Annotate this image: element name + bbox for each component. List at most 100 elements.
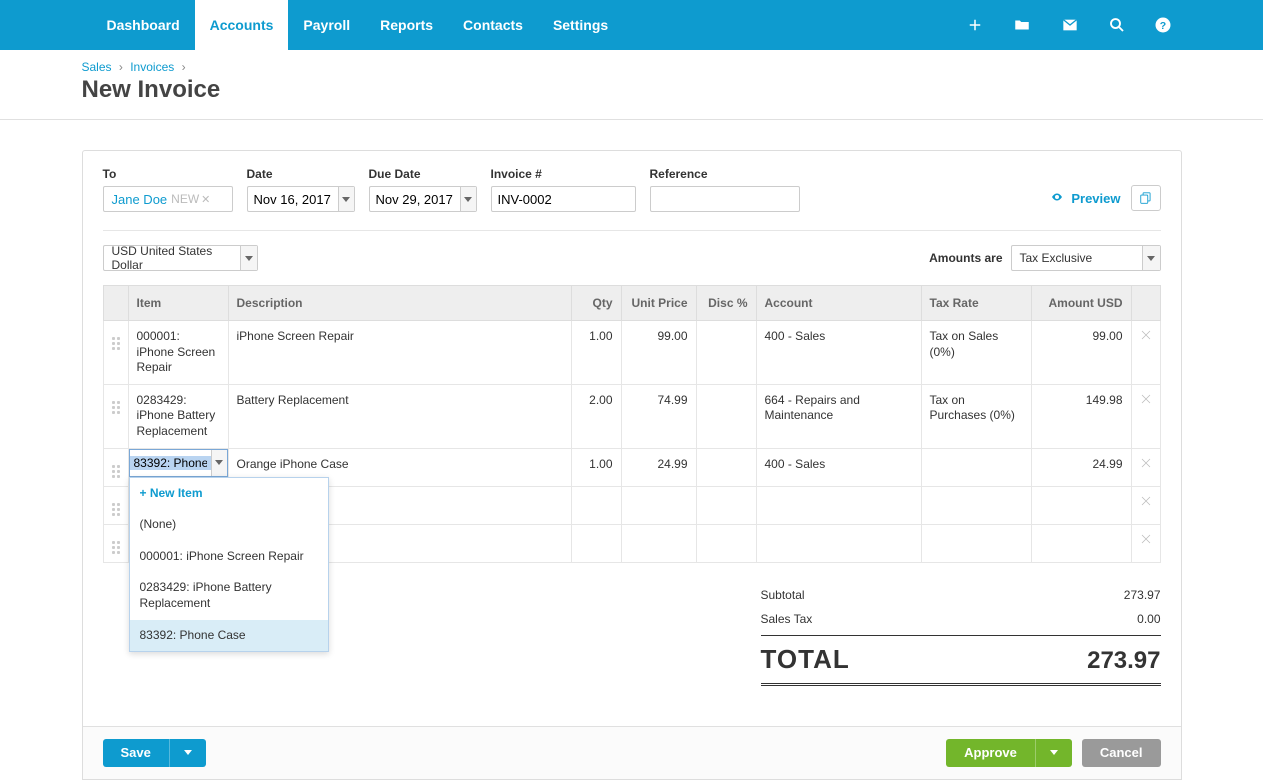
currency-dropdown-trigger[interactable] bbox=[240, 246, 256, 270]
nav-item-reports[interactable]: Reports bbox=[365, 0, 448, 50]
item-cell-editing[interactable]: + New Item(None)000001: iPhone Screen Re… bbox=[128, 448, 228, 486]
help-icon[interactable]: ? bbox=[1154, 16, 1172, 34]
date-input[interactable] bbox=[248, 187, 339, 211]
approve-dropdown-trigger[interactable] bbox=[1035, 739, 1072, 767]
qty-cell[interactable] bbox=[571, 486, 621, 524]
account-cell[interactable] bbox=[756, 486, 921, 524]
svg-text:?: ? bbox=[1159, 20, 1165, 32]
plus-icon[interactable] bbox=[966, 16, 984, 34]
reference-input[interactable] bbox=[651, 187, 799, 211]
approve-button[interactable]: Approve bbox=[946, 739, 1035, 767]
nav-item-dashboard[interactable]: Dashboard bbox=[92, 0, 195, 50]
drag-handle[interactable] bbox=[103, 321, 128, 385]
unit-price-cell[interactable]: 24.99 bbox=[621, 448, 696, 486]
invoice-number-input[interactable] bbox=[492, 187, 635, 211]
item-input[interactable] bbox=[130, 456, 212, 470]
folder-icon[interactable] bbox=[1012, 16, 1032, 34]
invoice-header-fields: To Jane Doe NEW✕ Date Due Date Invo bbox=[83, 151, 1181, 212]
disc-cell[interactable] bbox=[696, 486, 756, 524]
page-title: New Invoice bbox=[82, 76, 1182, 104]
disc-cell[interactable] bbox=[696, 448, 756, 486]
search-icon[interactable] bbox=[1108, 16, 1126, 34]
description-cell[interactable]: iPhone Screen Repair bbox=[228, 321, 571, 385]
amounts-are-value: Tax Exclusive bbox=[1012, 251, 1142, 265]
amounts-are-select[interactable]: Tax Exclusive bbox=[1011, 245, 1161, 271]
dropdown-option[interactable]: 000001: iPhone Screen Repair bbox=[130, 541, 328, 573]
delete-row-button[interactable] bbox=[1131, 321, 1160, 385]
breadcrumb-sales[interactable]: Sales bbox=[82, 60, 112, 74]
unit-price-cell[interactable]: 74.99 bbox=[621, 384, 696, 448]
invoice-panel: To Jane Doe NEW✕ Date Due Date Invo bbox=[82, 150, 1182, 780]
invoice-number-field[interactable] bbox=[491, 186, 636, 212]
save-dropdown-trigger[interactable] bbox=[169, 739, 206, 767]
chevron-right-icon: › bbox=[182, 60, 186, 74]
reference-field[interactable] bbox=[650, 186, 800, 212]
amounts-are-dropdown-trigger[interactable] bbox=[1142, 246, 1160, 270]
close-icon[interactable]: ✕ bbox=[201, 193, 210, 206]
unit-price-cell[interactable] bbox=[621, 524, 696, 562]
due-date-field[interactable] bbox=[369, 186, 477, 212]
date-dropdown-trigger[interactable] bbox=[338, 187, 353, 211]
table-row: + New Item(None)000001: iPhone Screen Re… bbox=[103, 448, 1160, 486]
delete-row-button[interactable] bbox=[1131, 384, 1160, 448]
drag-handle[interactable] bbox=[103, 448, 128, 486]
item-dropdown[interactable]: + New Item(None)000001: iPhone Screen Re… bbox=[129, 477, 329, 653]
nav-item-payroll[interactable]: Payroll bbox=[288, 0, 365, 50]
qty-cell[interactable]: 2.00 bbox=[571, 384, 621, 448]
description-cell[interactable]: Battery Replacement bbox=[228, 384, 571, 448]
unit-price-cell[interactable]: 99.00 bbox=[621, 321, 696, 385]
breadcrumb-invoices[interactable]: Invoices bbox=[130, 60, 174, 74]
dropdown-new-item[interactable]: + New Item bbox=[130, 478, 328, 510]
disc-cell[interactable] bbox=[696, 384, 756, 448]
nav-item-contacts[interactable]: Contacts bbox=[448, 0, 538, 50]
qty-cell[interactable]: 1.00 bbox=[571, 321, 621, 385]
account-cell[interactable]: 400 - Sales bbox=[756, 448, 921, 486]
amount-cell: 99.00 bbox=[1031, 321, 1131, 385]
col-disc: Disc % bbox=[696, 286, 756, 321]
account-cell[interactable]: 664 - Repairs and Maintenance bbox=[756, 384, 921, 448]
account-cell[interactable]: 400 - Sales bbox=[756, 321, 921, 385]
dropdown-option[interactable]: 0283429: iPhone Battery Replacement bbox=[130, 572, 328, 619]
item-cell[interactable]: 000001: iPhone Screen Repair bbox=[128, 321, 228, 385]
preview-link[interactable]: Preview bbox=[1049, 191, 1120, 206]
due-date-input[interactable] bbox=[370, 187, 461, 211]
subtotal-label: Subtotal bbox=[761, 588, 805, 602]
disc-cell[interactable] bbox=[696, 321, 756, 385]
table-row: 000001: iPhone Screen RepairiPhone Scree… bbox=[103, 321, 1160, 385]
date-field[interactable] bbox=[247, 186, 355, 212]
tax-cell[interactable]: Tax on Purchases (0%) bbox=[921, 384, 1031, 448]
open-new-window-button[interactable] bbox=[1131, 185, 1161, 211]
tax-cell[interactable]: Tax on Sales (0%) bbox=[921, 321, 1031, 385]
dropdown-option[interactable]: 83392: Phone Case bbox=[130, 620, 328, 652]
due-date-dropdown-trigger[interactable] bbox=[460, 187, 475, 211]
save-button[interactable]: Save bbox=[103, 739, 169, 767]
qty-cell[interactable] bbox=[571, 524, 621, 562]
tax-cell[interactable] bbox=[921, 448, 1031, 486]
drag-handle[interactable] bbox=[103, 486, 128, 524]
to-contact-link[interactable]: Jane Doe bbox=[108, 192, 172, 207]
mail-icon[interactable] bbox=[1060, 16, 1080, 34]
subtotal-value: 273.97 bbox=[1124, 588, 1161, 602]
nav-item-settings[interactable]: Settings bbox=[538, 0, 623, 50]
tax-cell[interactable] bbox=[921, 524, 1031, 562]
nav-item-accounts[interactable]: Accounts bbox=[195, 0, 289, 50]
drag-handle[interactable] bbox=[103, 524, 128, 562]
qty-cell[interactable]: 1.00 bbox=[571, 448, 621, 486]
tax-cell[interactable] bbox=[921, 486, 1031, 524]
unit-price-cell[interactable] bbox=[621, 486, 696, 524]
delete-row-button[interactable] bbox=[1131, 448, 1160, 486]
item-dropdown-trigger[interactable] bbox=[211, 450, 226, 476]
account-cell[interactable] bbox=[756, 524, 921, 562]
delete-row-button[interactable] bbox=[1131, 486, 1160, 524]
dropdown-option[interactable]: (None) bbox=[130, 509, 328, 541]
currency-select[interactable]: USD United States Dollar bbox=[103, 245, 258, 271]
currency-row: USD United States Dollar Amounts are Tax… bbox=[83, 231, 1181, 285]
col-drag bbox=[103, 286, 128, 321]
cancel-button[interactable]: Cancel bbox=[1082, 739, 1161, 767]
disc-cell[interactable] bbox=[696, 524, 756, 562]
delete-row-button[interactable] bbox=[1131, 524, 1160, 562]
to-new-badge: NEW✕ bbox=[171, 192, 210, 206]
drag-handle[interactable] bbox=[103, 384, 128, 448]
item-cell[interactable]: 0283429: iPhone Battery Replacement bbox=[128, 384, 228, 448]
to-field[interactable]: Jane Doe NEW✕ bbox=[103, 186, 233, 212]
